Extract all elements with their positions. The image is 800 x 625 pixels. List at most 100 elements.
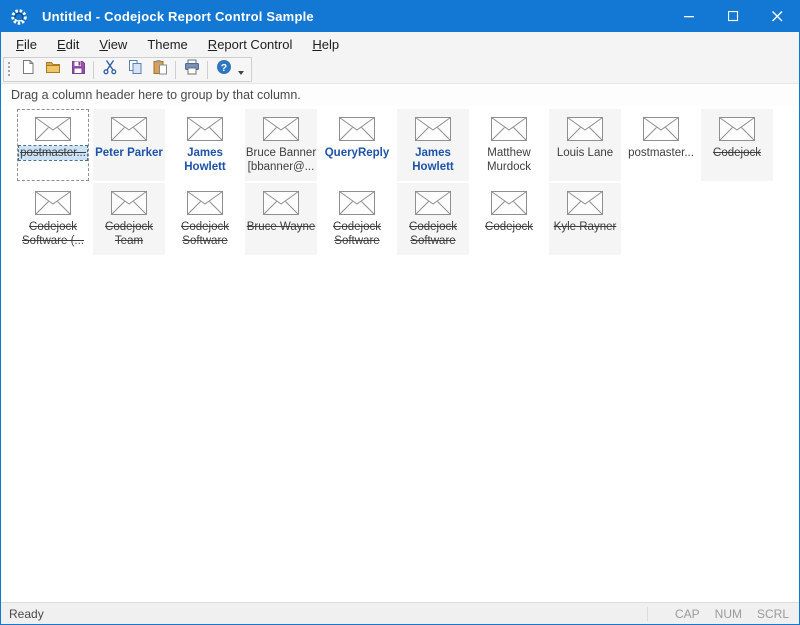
report-item[interactable]: James Howlett — [397, 109, 469, 181]
report-item-label: Kyle Rayner — [554, 220, 617, 234]
toolbar: ? — [1, 56, 799, 84]
menu-bar: File Edit View Theme Report Control Help — [1, 32, 799, 56]
menu-edit[interactable]: Edit — [47, 34, 89, 55]
report-item-label: Codejock — [713, 146, 761, 160]
status-separator — [647, 607, 648, 621]
envelope-icon — [187, 191, 223, 215]
new-document-icon — [20, 59, 36, 80]
envelope-icon — [263, 117, 299, 141]
envelope-icon — [415, 191, 451, 215]
report-item[interactable]: Codejock Team — [93, 183, 165, 255]
group-by-hint: Drag a column header here to group by th… — [11, 88, 301, 102]
report-item-label: QueryReply — [325, 146, 390, 160]
report-item[interactable]: Codejock — [701, 109, 773, 181]
envelope-icon — [339, 117, 375, 141]
report-item-label: Bruce Banner [bbanner@... — [246, 146, 316, 174]
num-lock-indicator: NUM — [715, 607, 742, 621]
report-item[interactable]: postmaster... — [17, 109, 89, 181]
status-bar: Ready CAP NUM SCRL — [1, 602, 799, 624]
envelope-icon — [491, 191, 527, 215]
open-folder-icon — [45, 59, 61, 80]
report-item[interactable]: Codejock — [473, 183, 545, 255]
toolbar-separator — [207, 61, 208, 79]
app-window: Untitled - Codejock Report Control Sampl… — [0, 0, 800, 625]
envelope-icon — [35, 117, 71, 141]
paste-clipboard-icon — [152, 59, 168, 80]
report-item-label: postmaster... — [19, 146, 87, 160]
report-item[interactable]: QueryReply — [321, 109, 393, 181]
envelope-icon — [111, 191, 147, 215]
printer-icon — [184, 59, 200, 80]
save-floppy-icon — [70, 59, 86, 80]
status-message: Ready — [9, 607, 44, 621]
copy-button[interactable] — [122, 59, 147, 81]
envelope-icon — [111, 117, 147, 141]
envelope-icon — [643, 117, 679, 141]
report-item-label: Codejock Team — [105, 220, 153, 248]
report-item-label: James Howlett — [184, 146, 226, 174]
toolbar-grip-handle[interactable] — [7, 61, 11, 78]
caps-lock-indicator: CAP — [675, 607, 700, 621]
envelope-icon — [567, 117, 603, 141]
report-item-label: James Howlett — [412, 146, 454, 174]
envelope-icon — [415, 117, 451, 141]
toolbar-dropdown-caret-icon[interactable] — [238, 71, 244, 75]
report-area[interactable]: postmaster... Peter Parker James Howlett Br… — [1, 106, 799, 602]
report-item-label: postmaster... — [628, 146, 694, 160]
toolbar-separator — [175, 61, 176, 79]
report-item[interactable]: Codejock Software — [397, 183, 469, 255]
report-item-label: Codejock Software (... — [22, 220, 84, 248]
help-button[interactable]: ? — [211, 59, 236, 81]
report-item[interactable]: Bruce Banner [bbanner@... — [245, 109, 317, 181]
report-item[interactable]: Codejock Software — [321, 183, 393, 255]
report-item[interactable]: Codejock Software — [169, 183, 241, 255]
report-row-2: Codejock Software (... Codejock Team Codej… — [17, 183, 799, 255]
report-item[interactable]: Peter Parker — [93, 109, 165, 181]
report-row-1: postmaster... Peter Parker James Howlett Br… — [17, 109, 799, 181]
cut-button[interactable] — [97, 59, 122, 81]
envelope-icon — [263, 191, 299, 215]
menu-file[interactable]: File — [6, 34, 47, 55]
close-button[interactable] — [755, 1, 799, 32]
scissors-icon — [102, 59, 118, 80]
report-item-label: Peter Parker — [95, 146, 163, 160]
scroll-lock-indicator: SCRL — [757, 607, 789, 621]
envelope-icon — [339, 191, 375, 215]
report-item-label: Codejock — [485, 220, 533, 234]
report-item[interactable]: Matthew Murdock — [473, 109, 545, 181]
save-button[interactable] — [65, 59, 90, 81]
new-document-button[interactable] — [15, 59, 40, 81]
title-bar[interactable]: Untitled - Codejock Report Control Sampl… — [1, 1, 799, 32]
toolbar-separator — [93, 61, 94, 79]
maximize-button[interactable] — [711, 1, 755, 32]
help-question-icon: ? — [216, 59, 232, 80]
report-item[interactable]: postmaster... — [625, 109, 697, 181]
envelope-icon — [187, 117, 223, 141]
envelope-icon — [35, 191, 71, 215]
svg-text:?: ? — [220, 62, 226, 74]
paste-button[interactable] — [147, 59, 172, 81]
report-item-label: Codejock Software — [181, 220, 229, 248]
report-item-label: Louis Lane — [557, 146, 613, 160]
menu-view[interactable]: View — [89, 34, 137, 55]
report-item[interactable]: Kyle Rayner — [549, 183, 621, 255]
minimize-button[interactable] — [667, 1, 711, 32]
report-item-label: Codejock Software — [333, 220, 381, 248]
window-title: Untitled - Codejock Report Control Sampl… — [42, 9, 314, 24]
report-item[interactable]: Bruce Wayne — [245, 183, 317, 255]
toolbar-group: ? — [3, 57, 252, 82]
report-item-label: Matthew Murdock — [487, 146, 531, 174]
report-item[interactable]: James Howlett — [169, 109, 241, 181]
menu-report-control[interactable]: Report Control — [198, 34, 303, 55]
report-item[interactable]: Codejock Software (... — [17, 183, 89, 255]
envelope-icon — [567, 191, 603, 215]
open-button[interactable] — [40, 59, 65, 81]
report-item-label: Bruce Wayne — [247, 220, 316, 234]
print-button[interactable] — [179, 59, 204, 81]
report-item[interactable]: Louis Lane — [549, 109, 621, 181]
envelope-icon — [491, 117, 527, 141]
menu-help[interactable]: Help — [302, 34, 349, 55]
copy-pages-icon — [127, 59, 143, 80]
menu-theme[interactable]: Theme — [137, 34, 197, 55]
group-by-bar[interactable]: Drag a column header here to group by th… — [1, 84, 799, 106]
